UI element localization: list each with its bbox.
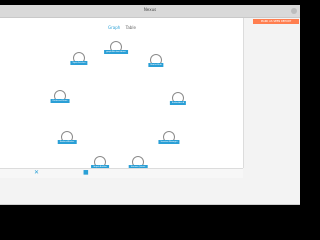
bottom-divider xyxy=(0,204,300,205)
close-icon[interactable]: ✕ xyxy=(34,170,39,176)
graph-node-label[interactable]: Session-Manager xyxy=(158,140,180,144)
status-badge[interactable]: MARK AS SEEN REPORT xyxy=(253,19,299,24)
view-tabs: Graph Table xyxy=(108,25,140,30)
graph-node-label[interactable]: Embedder-A xyxy=(169,101,187,105)
window-title: Nexus xyxy=(143,7,157,12)
graph-node-label[interactable]: graphNet-backbone xyxy=(104,50,128,54)
window-close-button[interactable] xyxy=(291,8,297,14)
graph-node-label[interactable]: Ranker-Worker xyxy=(57,140,77,144)
tab-table[interactable]: Table xyxy=(126,25,136,30)
tab-graph[interactable]: Graph xyxy=(108,25,120,30)
bottom-toolbar: ✕ ■ xyxy=(0,168,243,178)
title-bar: Nexus xyxy=(0,5,300,18)
bookmark-icon[interactable]: ■ xyxy=(83,170,89,176)
app-screen: Nexus Graph Table graphNet-backbone Topi… xyxy=(0,5,300,205)
graph-panel: Graph Table graphNet-backbone Topic-Fetc… xyxy=(0,18,244,169)
graph-node-label[interactable]: Retrieval-Store xyxy=(50,99,70,103)
graph-node-label[interactable]: Router-Hub xyxy=(148,63,164,67)
graph-node-label[interactable]: Topic-Fetcher xyxy=(70,61,88,65)
